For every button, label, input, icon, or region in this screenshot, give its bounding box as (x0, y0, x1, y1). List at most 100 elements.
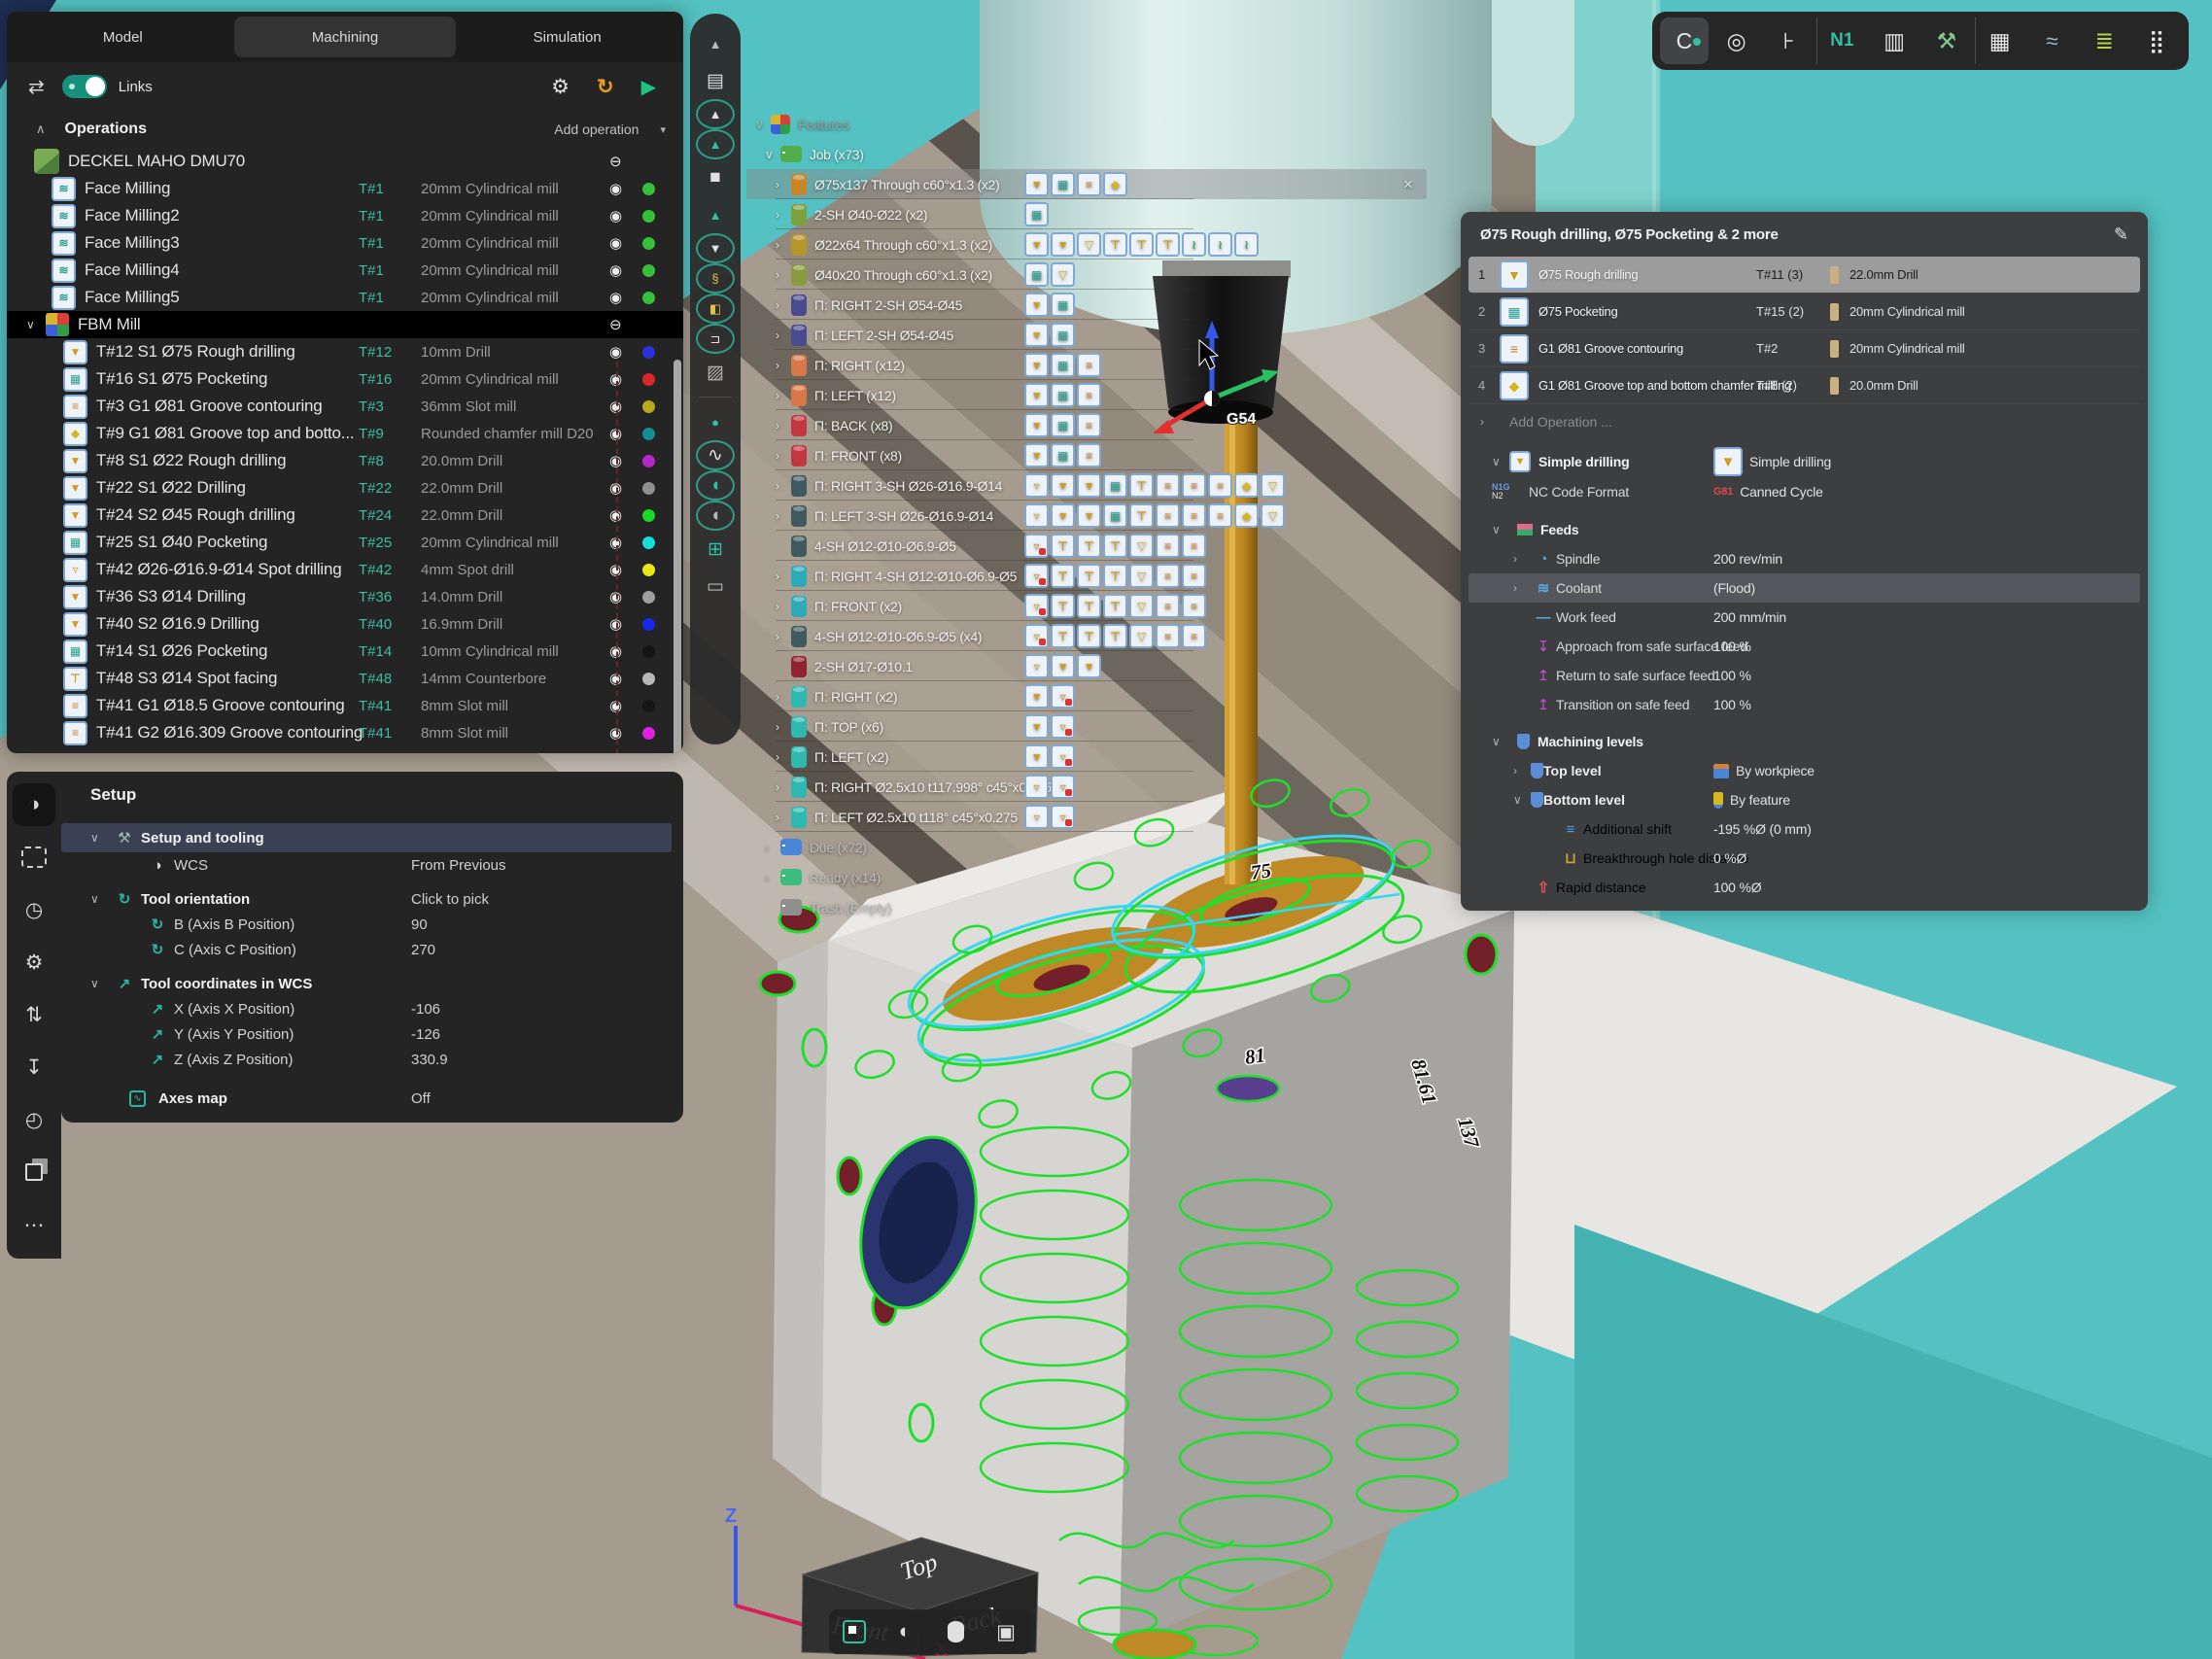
expand-arrow-icon[interactable]: › (776, 750, 791, 764)
parameter-value[interactable]: By workpiece (1713, 763, 1815, 778)
expand-arrow-icon[interactable]: › (776, 419, 791, 432)
operation-state-icon[interactable]: ◉ (609, 506, 622, 524)
copy-icon[interactable] (13, 1151, 55, 1193)
parameter-value[interactable]: 200 rev/min (1713, 551, 1782, 567)
stock-icon[interactable]: ■ (709, 159, 720, 196)
operation-row[interactable]: T#41 G1 Ø18.5 Groove contouring T#41 8mm… (7, 692, 683, 719)
feature-operation-chip[interactable] (1077, 654, 1101, 678)
gauge-icon[interactable]: ◴ (13, 1098, 55, 1141)
operation-row[interactable]: T#3 G1 Ø81 Groove contouring T#3 36mm Sl… (7, 393, 683, 420)
setup-row-value[interactable]: Click to pick (411, 891, 489, 908)
grouped-operation-row[interactable]: 2 Ø75 Pocketing T#15 (2) 20mm Cylindrica… (1469, 294, 2140, 330)
material-icon[interactable]: ▨ (707, 354, 724, 391)
operation-color-dot[interactable] (642, 591, 655, 604)
operation-color-dot[interactable] (642, 428, 655, 440)
feature-operation-chip[interactable] (1051, 443, 1075, 467)
feature-row[interactable]: › П: RIGHT 4-SH Ø12-Ø10-Ø6.9-Ø5 (750, 561, 1436, 591)
cylinder-icon[interactable]: ▭ (707, 568, 724, 605)
feature-operation-chip[interactable] (1103, 534, 1127, 558)
expand-arrow-icon[interactable]: ∨ (1513, 793, 1531, 807)
feature-operation-chip[interactable] (1051, 775, 1075, 799)
parameter-value[interactable]: (Flood) (1713, 580, 1755, 596)
setup-row-value[interactable]: Off (411, 1090, 431, 1107)
feature-operation-chip[interactable] (1234, 232, 1259, 257)
feature-operation-chip[interactable] (1103, 564, 1127, 588)
feature-operation-chip[interactable] (1129, 564, 1154, 588)
feature-row[interactable]: ∨ Features (750, 109, 1436, 139)
compass-icon[interactable]: ◷ (13, 888, 55, 931)
feature-operation-chip[interactable] (1024, 293, 1049, 317)
expand-arrow-icon[interactable]: › (765, 841, 780, 854)
feature-operation-chip[interactable] (1024, 564, 1049, 588)
feature-operation-chip[interactable] (1024, 413, 1049, 437)
feature-operation-chip[interactable] (1051, 323, 1075, 347)
feature-row[interactable]: › П: RIGHT (x2) (750, 681, 1436, 711)
operation-color-dot[interactable] (642, 700, 655, 712)
expand-arrow-icon[interactable]: › (776, 509, 791, 523)
feature-operation-chip[interactable] (1182, 594, 1206, 618)
measure-tape-icon[interactable]: ◎ (1712, 17, 1761, 64)
expand-arrow-icon[interactable]: ∨ (755, 118, 771, 131)
operation-color-dot[interactable] (642, 536, 655, 549)
operation-state-icon[interactable]: ◉ (609, 588, 622, 605)
collapse-icon[interactable]: ▲ (709, 25, 722, 62)
setup-row-value[interactable]: -126 (411, 1026, 440, 1043)
feature-operation-chip[interactable] (1077, 383, 1101, 407)
mode-tab[interactable]: Simulation (456, 17, 678, 57)
expand-arrow-icon[interactable]: › (776, 268, 791, 282)
links-toggle[interactable] (62, 75, 107, 98)
feature-operation-chip[interactable] (1051, 232, 1075, 257)
screw-icon[interactable]: § (696, 263, 735, 294)
setup-row[interactable]: Y (Axis Y Position) -126 (61, 1021, 672, 1047)
operation-state-icon[interactable]: ⊖ (609, 153, 622, 170)
operation-color-dot[interactable] (642, 183, 655, 195)
feature-row[interactable]: › П: LEFT 3-SH Ø26-Ø16.9-Ø14 (750, 501, 1436, 531)
feature-operation-chip[interactable] (1129, 624, 1154, 648)
feature-operation-chip[interactable] (1024, 714, 1049, 739)
level-parameter-row[interactable]: Additional shift -195 %Ø (0 mm) (1469, 814, 2140, 844)
add-operation-button[interactable]: Add operation (554, 121, 639, 137)
operation-state-icon[interactable]: ◉ (609, 534, 622, 551)
expand-arrow-icon[interactable]: › (776, 208, 791, 222)
feature-row[interactable]: › Ø40x20 Through c60°x1.3 (x2) (750, 259, 1436, 290)
operation-state-icon[interactable]: ◉ (609, 615, 622, 633)
parameter-value[interactable]: -195 %Ø (0 mm) (1713, 821, 1812, 837)
feature-row[interactable]: › Ø22x64 Through c60°x1.3 (x2) (750, 229, 1436, 259)
operation-color-dot[interactable] (642, 645, 655, 658)
feature-row[interactable]: › П: TOP (x6) (750, 711, 1436, 742)
feature-row[interactable]: › Ø75x137 Through c60°x1.3 (x2) × (750, 169, 1436, 199)
feature-operation-chip[interactable] (1024, 172, 1049, 196)
level-parameter-row[interactable]: ∨ Bottom level By feature (1469, 785, 2140, 814)
feature-operation-chip[interactable] (1103, 594, 1127, 618)
expand-arrow-icon[interactable]: › (776, 720, 791, 734)
operation-state-icon[interactable]: ◉ (609, 425, 622, 442)
toolpath-icon[interactable]: ∿ (696, 440, 735, 470)
feature-operation-chip[interactable] (1051, 172, 1075, 196)
fit-view-icon[interactable] (832, 1612, 877, 1651)
stock-band-icon[interactable]: ◖ (696, 470, 735, 501)
expand-arrow-icon[interactable]: › (776, 811, 791, 824)
drill-point-icon[interactable]: ▼ (696, 233, 735, 263)
expand-arrow-icon[interactable]: › (776, 690, 791, 704)
operation-row[interactable]: Face Milling T#1 20mm Cylindrical mill ◉ (7, 175, 683, 202)
feature-operation-chip[interactable] (1077, 564, 1101, 588)
collapse-arrow-icon[interactable]: ∨ (1492, 455, 1509, 468)
level-parameter-row[interactable]: Rapid distance 100 %Ø (1469, 873, 2140, 902)
operation-row[interactable]: DECKEL MAHO DMU70 ⊖ (7, 148, 683, 175)
level-parameter-row[interactable]: Feed switch level 10 %Ø (1469, 902, 2140, 911)
feature-operation-chip[interactable] (1024, 323, 1049, 347)
operation-row[interactable]: Face Milling2 T#1 20mm Cylindrical mill … (7, 202, 683, 229)
feature-row[interactable]: › П: LEFT Ø2.5x10 t118° c45°x0.275 (750, 802, 1436, 832)
feed-parameter-row[interactable]: › Spindle 200 rev/min (1469, 544, 2140, 573)
feature-row[interactable]: › П: LEFT 2-SH Ø54-Ø45 (750, 320, 1436, 350)
setup-row-value[interactable]: 270 (411, 942, 435, 958)
feature-operation-chip[interactable] (1182, 503, 1206, 528)
expand-arrow-icon[interactable]: ∨ (26, 318, 46, 331)
expand-arrow-icon[interactable]: › (1513, 764, 1531, 778)
tool-assembly-icon[interactable]: ⚒ (1922, 17, 1971, 64)
workpiece-icon[interactable] (13, 836, 55, 879)
drill-icon[interactable]: ↧ (13, 1046, 55, 1089)
setup-row[interactable]: X (Axis X Position) -106 (61, 996, 672, 1021)
operation-row[interactable]: Face Milling3 T#1 20mm Cylindrical mill … (7, 229, 683, 257)
feature-operation-chip[interactable] (1077, 503, 1101, 528)
